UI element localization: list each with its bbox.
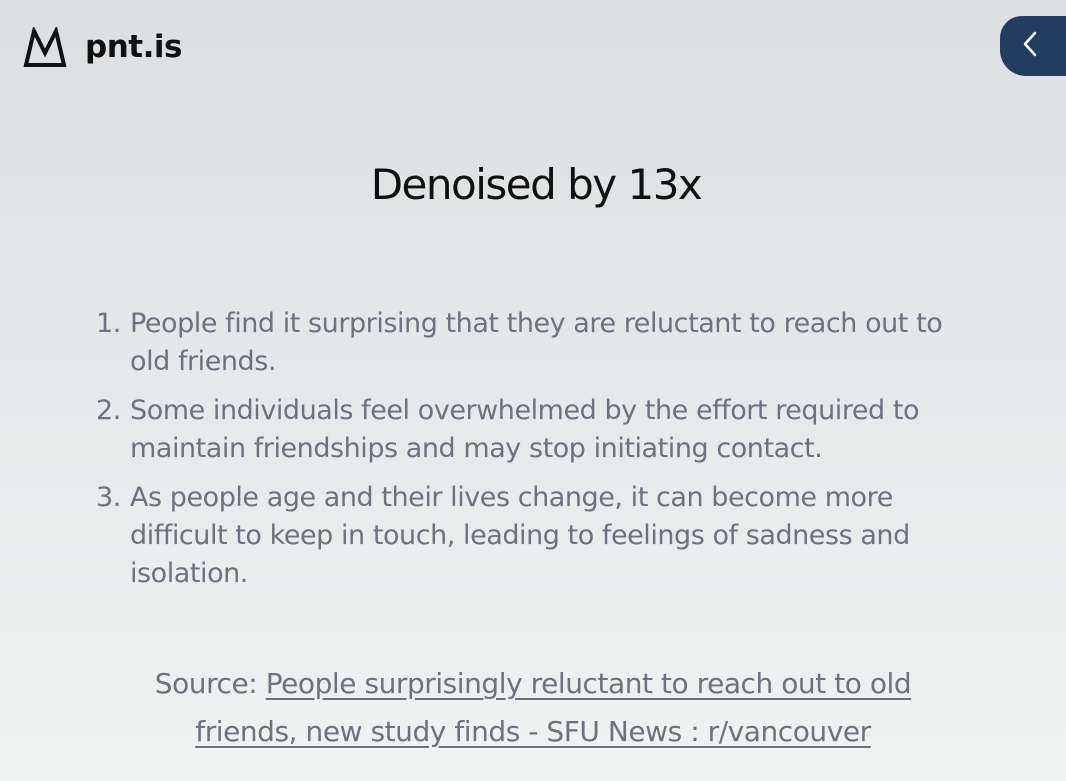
list-item-text: Some individuals feel overwhelmed by the…: [130, 395, 920, 464]
chevron-left-icon: [1022, 31, 1038, 61]
mountain-logo-icon: [23, 27, 67, 67]
page-title: Denoised by 13x: [370, 160, 703, 209]
list-item-text: As people age and their lives change, it…: [130, 482, 910, 589]
summary-list: 1. People find it surprising that they a…: [96, 305, 976, 604]
back-button[interactable]: [1000, 16, 1066, 76]
source-link[interactable]: People surprisingly reluctant to reach o…: [195, 667, 911, 748]
list-item: 3. As people age and their lives change,…: [96, 479, 976, 593]
list-item-number: 2.: [96, 395, 121, 426]
source-label: Source:: [154, 667, 266, 700]
list-item-text: People find it surprising that they are …: [130, 308, 943, 377]
brand-name: pnt.is: [85, 28, 182, 65]
source-citation: Source: People surprisingly reluctant to…: [100, 660, 966, 756]
list-item-number: 3.: [96, 482, 121, 513]
list-item-number: 1.: [96, 308, 121, 339]
list-item: 2. Some individuals feel overwhelmed by …: [96, 392, 976, 468]
brand-logo[interactable]: pnt.is: [23, 27, 182, 67]
list-item: 1. People find it surprising that they a…: [96, 305, 976, 381]
